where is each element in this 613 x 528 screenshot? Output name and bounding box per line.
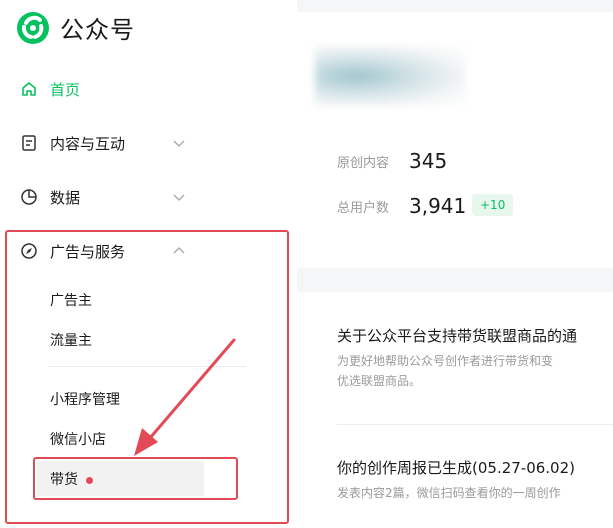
chevron-down-icon bbox=[173, 194, 185, 201]
app-title: 公众号 bbox=[60, 16, 135, 44]
notice-title[interactable]: 关于公众平台支持带货联盟商品的通 bbox=[337, 325, 577, 346]
logo[interactable]: 公众号 bbox=[16, 10, 135, 45]
stat-original-label: 原创内容 bbox=[337, 156, 390, 171]
sidebar-item-label: 数据 bbox=[50, 188, 81, 207]
home-icon bbox=[20, 80, 38, 98]
stat-users-label: 总用户数 bbox=[337, 201, 390, 216]
notice-title[interactable]: 你的创作周报已生成(05.27-06.02) bbox=[337, 457, 575, 478]
stat-users-value: 3,941 bbox=[409, 194, 467, 218]
notice-desc: 为更好地帮助公众号创作者进行带货和变 bbox=[337, 354, 554, 368]
stat-original-value: 345 bbox=[409, 149, 448, 173]
sidebar: 公众号 首页 内容与互动 数据 广告与服务 广告主 流量主 小程序管理 微信小店… bbox=[0, 0, 297, 528]
sidebar-item-label: 内容与互动 bbox=[50, 134, 126, 153]
notice-desc: 优选联盟商品。 bbox=[337, 374, 422, 388]
pie-chart-icon bbox=[20, 188, 38, 206]
sidebar-item-label: 首页 bbox=[50, 80, 81, 99]
sidebar-item-data[interactable]: 数据 bbox=[20, 182, 270, 212]
sidebar-item-content[interactable]: 内容与互动 bbox=[20, 128, 270, 158]
notice-desc: 发表内容2篇，微信扫码查看你的一周创作 bbox=[337, 486, 561, 500]
divider bbox=[337, 424, 613, 425]
users-delta-badge: +10 bbox=[472, 194, 514, 216]
blurred-avatar bbox=[315, 46, 465, 106]
wechat-official-logo-icon bbox=[17, 11, 49, 44]
sidebar-item-home[interactable]: 首页 bbox=[20, 74, 270, 104]
highlight-box-daihuo bbox=[33, 457, 238, 500]
document-icon bbox=[20, 134, 38, 152]
chevron-down-icon bbox=[173, 140, 185, 147]
